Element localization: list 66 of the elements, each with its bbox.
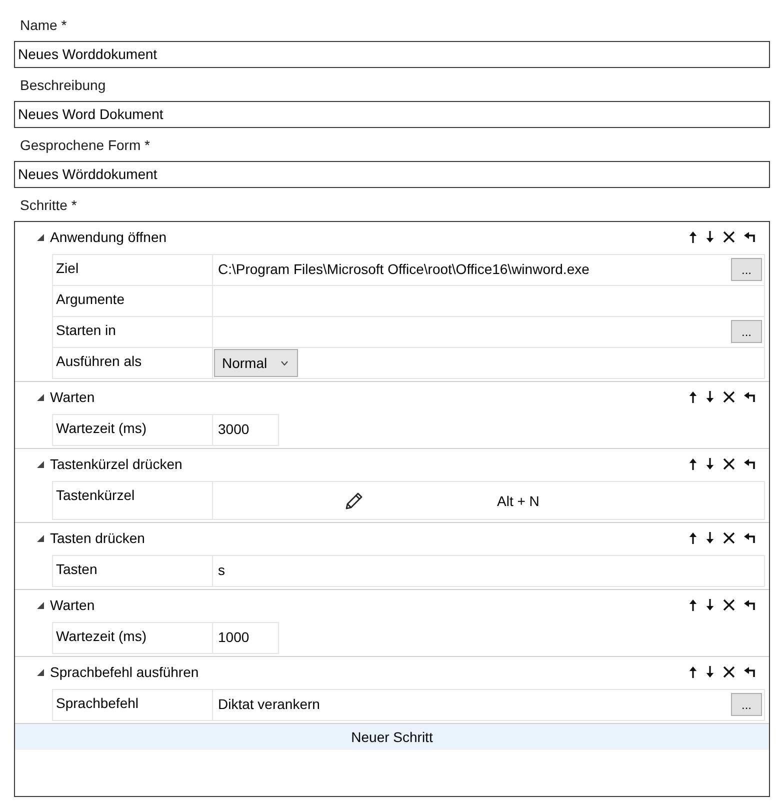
property-label: Wartezeit (ms) [53,415,213,445]
delete-x-icon[interactable] [723,458,735,470]
property-label: Starten in [53,317,213,347]
value-field[interactable]: s [213,556,765,586]
property-label: Tastenkürzel [53,482,213,519]
step-title: Warten [50,596,95,614]
browse-button[interactable]: ... [731,320,762,342]
text-field[interactable]: Neues Wörddokument [14,161,770,188]
pencil-icon[interactable] [344,490,364,510]
step-title: Anwendung öffnen [50,228,167,246]
delete-x-icon[interactable] [723,391,735,403]
value-field[interactable]: Diktat verankern ... [213,690,765,720]
property-label: Ausführen als [53,348,213,378]
arrow-up-icon[interactable] [689,532,697,544]
step-title: Warten [50,388,95,406]
arrow-down-icon[interactable] [706,532,714,544]
delete-x-icon[interactable] [723,666,735,678]
arrow-down-icon[interactable] [706,231,714,243]
field-label: Name * [20,16,67,35]
property-label: Tasten [53,556,213,586]
field-label: Beschreibung [20,76,106,95]
arrow-down-icon[interactable] [706,599,714,611]
arrow-up-icon[interactable] [689,666,697,678]
expanded-triangle-icon[interactable] [37,234,44,240]
chevron-down-icon [281,360,288,366]
expanded-triangle-icon[interactable] [37,460,44,468]
browse-button[interactable]: ... [731,692,762,716]
new-step-button[interactable]: Neuer Schritt [15,724,769,750]
return-arrow-icon[interactable] [744,392,755,402]
delete-x-icon[interactable] [723,231,735,243]
return-arrow-icon[interactable] [744,600,755,610]
property-label: Sprachbefehl [53,690,213,720]
return-arrow-icon[interactable] [744,459,755,469]
step-title: Tasten drücken [50,529,145,547]
arrow-up-icon[interactable] [689,391,697,403]
arrow-up-icon[interactable] [689,599,697,611]
property-label: Argumente [53,286,213,316]
return-arrow-icon[interactable] [744,232,755,242]
value-field[interactable]: ... [213,317,765,347]
property-label: Wartezeit (ms) [53,623,213,653]
shortcut-field[interactable]: Alt + N [213,482,765,519]
arrow-down-icon[interactable] [706,391,714,403]
property-label: Ziel [53,255,213,285]
expanded-triangle-icon[interactable] [37,394,44,400]
arrow-up-icon[interactable] [689,458,697,470]
arrow-up-icon[interactable] [689,231,697,243]
text-field[interactable]: Neues Worddokument [14,41,770,68]
expanded-triangle-icon[interactable] [37,602,44,608]
expanded-triangle-icon[interactable] [37,534,44,542]
field-label: Schritte * [20,196,77,215]
step-title: Sprachbefehl ausführen [50,663,199,681]
delete-x-icon[interactable] [723,599,735,611]
dropdown[interactable]: Normal [214,349,298,377]
value-field[interactable]: C:\Program Files\Microsoft Office\root\Office16\winword.exe ... [213,255,765,285]
value-field[interactable]: 3000 [213,415,279,445]
value-field[interactable]: 1000 [213,623,279,653]
text-field[interactable]: Neues Word Dokument [14,101,770,128]
arrow-down-icon[interactable] [706,666,714,678]
browse-button[interactable]: ... [731,258,762,280]
return-arrow-icon[interactable] [744,667,755,677]
expanded-triangle-icon[interactable] [37,668,44,676]
arrow-down-icon[interactable] [706,458,714,470]
step-title: Tastenkürzel drücken [50,455,182,473]
return-arrow-icon[interactable] [744,533,755,543]
field-label: Gesprochene Form * [20,136,150,155]
delete-x-icon[interactable] [723,532,735,544]
